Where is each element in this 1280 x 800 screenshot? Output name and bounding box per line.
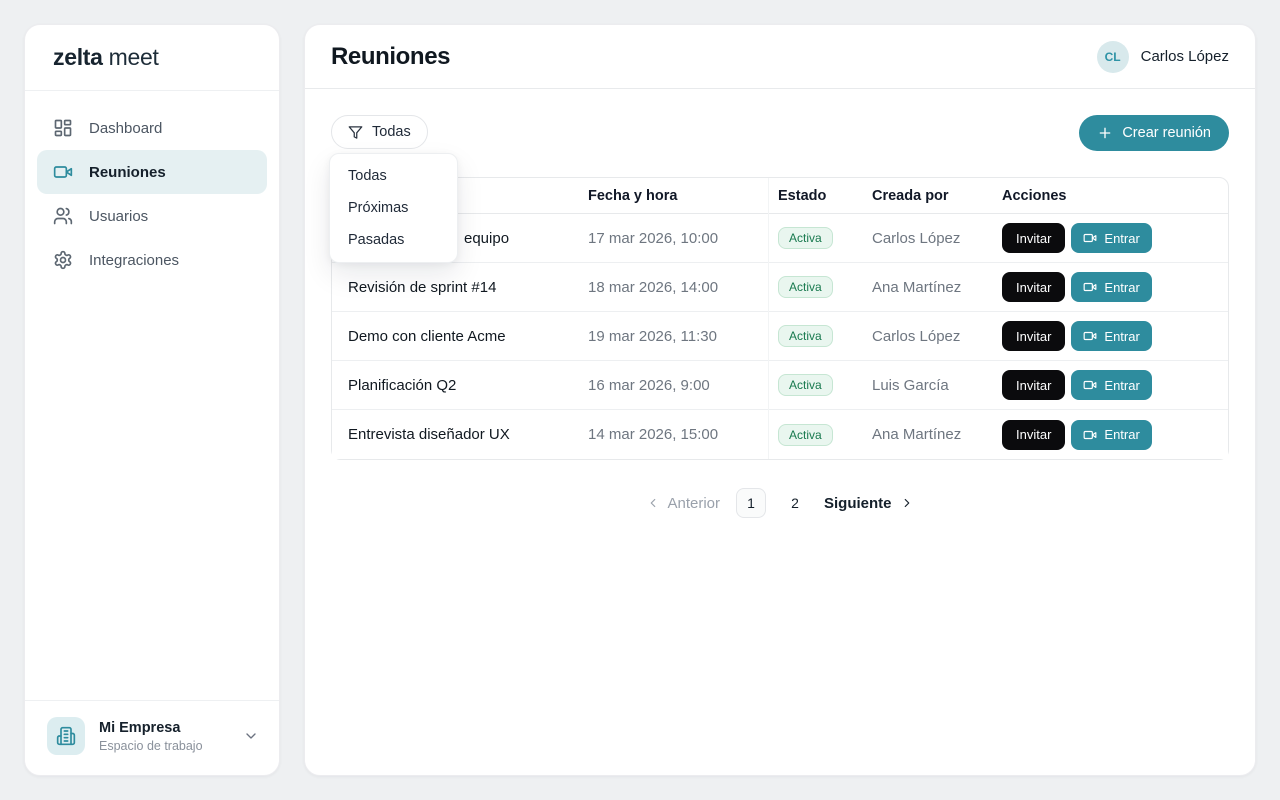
- logo-light: meet: [109, 44, 159, 71]
- table-header-row: Fecha y hora Estado Creada por Acciones: [332, 178, 1228, 214]
- user-name: Carlos López: [1141, 48, 1229, 65]
- invite-button[interactable]: Invitar: [1002, 321, 1065, 351]
- table-row: Revisión de sprint #14 18 mar 2026, 14:0…: [332, 263, 1228, 312]
- column-header-actions: Acciones: [1002, 188, 1228, 204]
- meeting-title: Revisión de sprint #14: [332, 279, 588, 296]
- workspace-name: Mi Empresa: [99, 720, 203, 736]
- invite-button[interactable]: Invitar: [1002, 420, 1065, 450]
- status-badge: Activa: [778, 424, 833, 446]
- meeting-datetime: 14 mar 2026, 15:00: [588, 426, 778, 443]
- user-menu: CL Carlos López: [1097, 41, 1229, 73]
- dashboard-icon: [53, 118, 73, 138]
- chevron-down-icon: [243, 728, 259, 744]
- workspace-type: Espacio de trabajo: [99, 739, 203, 753]
- sidebar-item-reuniones[interactable]: Reuniones: [37, 150, 267, 194]
- invite-button[interactable]: Invitar: [1002, 223, 1065, 253]
- building-icon: [47, 717, 85, 755]
- meeting-creator: Ana Martínez: [872, 279, 1002, 296]
- meeting-datetime: 18 mar 2026, 14:00: [588, 279, 778, 296]
- meeting-creator: Luis García: [872, 377, 1002, 394]
- status-badge: Activa: [778, 374, 833, 396]
- sidebar-item-label: Reuniones: [89, 164, 166, 181]
- create-meeting-label: Crear reunión: [1122, 125, 1211, 141]
- video-camera-icon: [1083, 329, 1097, 343]
- meeting-creator: Carlos López: [872, 230, 1002, 247]
- column-header-creator: Creada por: [872, 188, 1002, 204]
- video-camera-icon: [1083, 428, 1097, 442]
- sidebar-item-label: Dashboard: [89, 120, 162, 137]
- pagination-next[interactable]: Siguiente: [824, 495, 914, 512]
- main-panel: Reuniones CL Carlos López Todas Crear re…: [304, 24, 1256, 776]
- column-header-datetime: Fecha y hora: [588, 188, 778, 204]
- video-camera-icon: [1083, 280, 1097, 294]
- users-icon: [53, 206, 73, 226]
- chevron-right-icon: [900, 496, 914, 510]
- sidebar: zelta meet Dashboard Reuniones Usuarios …: [24, 24, 280, 776]
- status-badge: Activa: [778, 227, 833, 249]
- sidebar-item-label: Integraciones: [89, 252, 179, 269]
- filter-funnel-icon: [348, 125, 363, 140]
- filter-button-label: Todas: [372, 124, 411, 140]
- toolbar: Todas Crear reunión: [331, 115, 1229, 151]
- sidebar-nav: Dashboard Reuniones Usuarios Integracion…: [25, 91, 279, 297]
- chevron-left-icon: [646, 496, 660, 510]
- table-row: equipo 17 mar 2026, 10:00 Activa Carlos …: [332, 214, 1228, 263]
- meeting-datetime: 16 mar 2026, 9:00: [588, 377, 778, 394]
- status-badge: Activa: [778, 325, 833, 347]
- join-button[interactable]: Entrar: [1071, 223, 1151, 253]
- join-button[interactable]: Entrar: [1071, 272, 1151, 302]
- join-button[interactable]: Entrar: [1071, 420, 1151, 450]
- logo-bold: zelta: [53, 44, 103, 71]
- pagination-page-2[interactable]: 2: [782, 488, 808, 518]
- meeting-creator: Ana Martínez: [872, 426, 1002, 443]
- table-row: Planificación Q2 16 mar 2026, 9:00 Activ…: [332, 361, 1228, 410]
- sidebar-item-dashboard[interactable]: Dashboard: [37, 106, 267, 150]
- workspace-info: Mi Empresa Espacio de trabajo: [99, 720, 203, 753]
- sidebar-item-integraciones[interactable]: Integraciones: [37, 238, 267, 282]
- workspace-switcher[interactable]: Mi Empresa Espacio de trabajo: [25, 700, 279, 775]
- invite-button[interactable]: Invitar: [1002, 370, 1065, 400]
- join-button[interactable]: Entrar: [1071, 370, 1151, 400]
- meetings-table: Fecha y hora Estado Creada por Acciones …: [331, 177, 1229, 460]
- meeting-title: Entrevista diseñador UX: [332, 426, 588, 443]
- filter-option-pasadas[interactable]: Pasadas: [330, 224, 457, 256]
- pagination: Anterior 1 2 Siguiente: [331, 488, 1229, 518]
- meeting-datetime: 19 mar 2026, 11:30: [588, 328, 778, 345]
- gear-icon: [53, 250, 73, 270]
- pagination-page-1[interactable]: 1: [736, 488, 766, 518]
- pagination-prev[interactable]: Anterior: [646, 495, 720, 512]
- filter-dropdown: Todas Próximas Pasadas: [329, 153, 458, 263]
- table-row: Entrevista diseñador UX 14 mar 2026, 15:…: [332, 410, 1228, 459]
- sidebar-item-label: Usuarios: [89, 208, 148, 225]
- create-meeting-button[interactable]: Crear reunión: [1079, 115, 1229, 151]
- table-row: Demo con cliente Acme 19 mar 2026, 11:30…: [332, 312, 1228, 361]
- filter-option-todas[interactable]: Todas: [330, 160, 457, 192]
- main-content: Todas Crear reunión Todas Próximas Pasad…: [305, 89, 1255, 544]
- video-camera-icon: [1083, 231, 1097, 245]
- sidebar-item-usuarios[interactable]: Usuarios: [37, 194, 267, 238]
- invite-button[interactable]: Invitar: [1002, 272, 1065, 302]
- main-header: Reuniones CL Carlos López: [305, 25, 1255, 89]
- status-badge: Activa: [778, 276, 833, 298]
- meeting-title: Planificación Q2: [332, 377, 588, 394]
- join-button[interactable]: Entrar: [1071, 321, 1151, 351]
- column-divider: [768, 178, 769, 459]
- meeting-creator: Carlos López: [872, 328, 1002, 345]
- filter-button[interactable]: Todas: [331, 115, 428, 149]
- app-logo: zelta meet: [25, 25, 279, 91]
- video-camera-icon: [1083, 378, 1097, 392]
- column-header-status: Estado: [778, 188, 872, 204]
- page-title: Reuniones: [331, 43, 450, 71]
- plus-icon: [1097, 125, 1113, 141]
- filter-option-proximas[interactable]: Próximas: [330, 192, 457, 224]
- meeting-datetime: 17 mar 2026, 10:00: [588, 230, 778, 247]
- avatar: CL: [1097, 41, 1129, 73]
- meeting-title: Demo con cliente Acme: [332, 328, 588, 345]
- video-camera-icon: [53, 162, 73, 182]
